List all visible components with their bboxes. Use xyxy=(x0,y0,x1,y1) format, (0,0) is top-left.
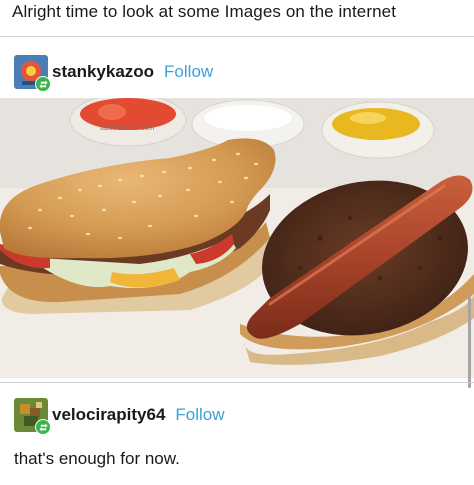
post-text: that's enough for now. xyxy=(14,449,180,468)
username[interactable]: stankykazoo xyxy=(52,62,154,82)
divider xyxy=(0,382,474,383)
meme-caption: Alright time to look at some Images on t… xyxy=(12,2,397,21)
username[interactable]: velocirapity64 xyxy=(52,405,165,425)
post-header-stankykazoo: stankykazoo Follow xyxy=(14,55,213,92)
divider xyxy=(0,36,474,37)
follow-button[interactable]: Follow xyxy=(175,405,224,425)
reblog-icon xyxy=(35,76,51,92)
follow-button[interactable]: Follow xyxy=(164,62,213,82)
scrollbar[interactable] xyxy=(468,296,471,388)
tomato-bowl: facebook/random xyxy=(69,93,187,147)
svg-text:facebook/random: facebook/random xyxy=(100,125,154,132)
mustard-bowl xyxy=(321,101,435,159)
reblog-icon xyxy=(35,419,51,435)
post-image: facebook/random xyxy=(0,93,474,378)
post-header-velocirapity64: velocirapity64 Follow xyxy=(14,398,225,435)
avatar[interactable] xyxy=(14,398,51,435)
avatar[interactable] xyxy=(14,55,51,92)
